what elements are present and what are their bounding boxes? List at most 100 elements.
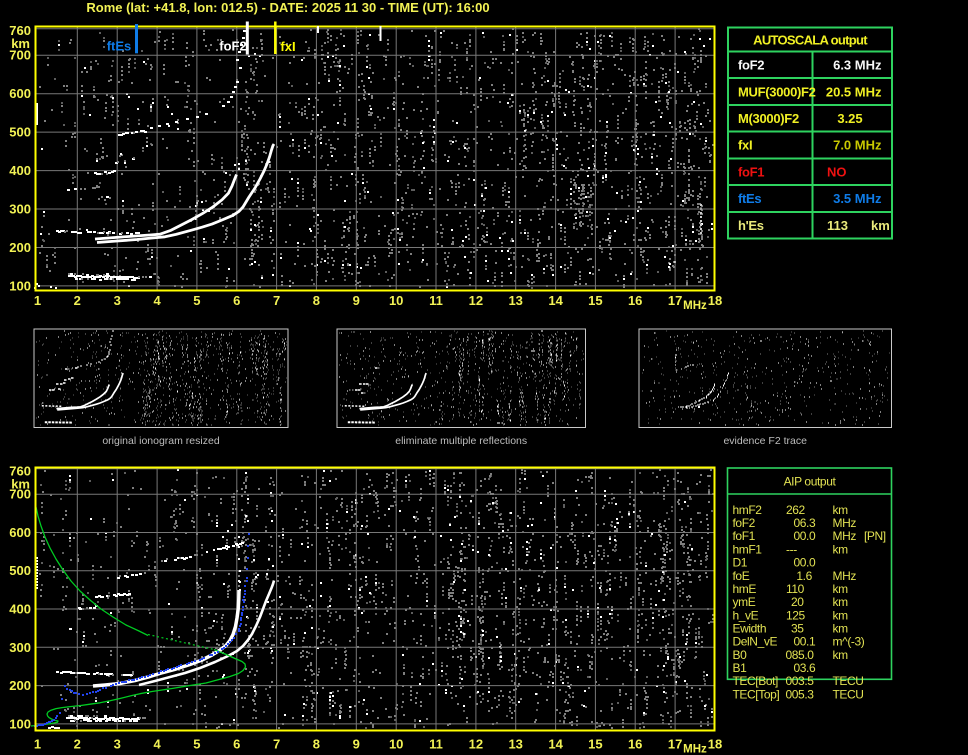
svg-text:8: 8 [313,293,320,308]
svg-text:10: 10 [389,293,403,308]
svg-text:20.5 MHz: 20.5 MHz [826,84,882,99]
svg-text:110: 110 [786,582,805,596]
svg-text:35: 35 [791,621,804,635]
svg-text:00.0: 00.0 [794,556,816,570]
svg-text:---: --- [786,542,797,556]
svg-text:TECU: TECU [833,674,864,688]
svg-text:500: 500 [9,125,31,140]
svg-text:2: 2 [74,737,81,752]
svg-text:Ewidth: Ewidth [733,621,767,635]
svg-text:M(3000)F2: M(3000)F2 [738,111,799,126]
svg-text:foF2: foF2 [733,516,756,530]
svg-text:km: km [871,218,890,233]
svg-text:00.0: 00.0 [794,529,816,543]
svg-text:200: 200 [9,678,31,693]
svg-text:14: 14 [548,293,563,308]
svg-text:hmE: hmE [733,582,757,596]
svg-text:600: 600 [9,525,31,540]
svg-text:ftEs: ftEs [738,191,761,206]
svg-text:D1: D1 [733,556,748,570]
svg-text:TECU: TECU [833,687,864,701]
svg-text:100: 100 [9,278,31,293]
svg-text:DelN_vE: DelN_vE [733,635,778,649]
svg-text:[PN]: [PN] [864,529,886,543]
svg-text:085.0: 085.0 [786,648,815,662]
svg-text:ftEs: ftEs [107,39,132,54]
svg-text:B1: B1 [733,661,748,675]
svg-text:foF2: foF2 [738,57,764,72]
svg-text:11: 11 [429,293,443,308]
svg-text:14: 14 [548,737,563,752]
svg-text:6: 6 [233,293,240,308]
svg-text:MHz: MHz [833,529,857,543]
svg-text:6: 6 [233,737,240,752]
svg-text:foF2: foF2 [219,39,246,54]
svg-text:5: 5 [193,293,200,308]
svg-text:400: 400 [9,163,31,178]
svg-text:200: 200 [9,240,31,255]
svg-text:700: 700 [9,48,31,63]
svg-text:TEC[Top]: TEC[Top] [733,687,780,701]
svg-text:9: 9 [353,737,360,752]
svg-text:5: 5 [193,737,200,752]
svg-text:TEC[Bot]: TEC[Bot] [733,674,779,688]
svg-text:17: 17 [668,737,682,752]
svg-text:foF1: foF1 [733,529,756,543]
svg-text:6.3 MHz: 6.3 MHz [833,57,882,72]
svg-text:7: 7 [273,293,280,308]
svg-text:MHz: MHz [833,569,857,583]
svg-text:16: 16 [628,737,642,752]
svg-text:003.5: 003.5 [786,674,815,688]
svg-text:km: km [833,582,849,596]
svg-text:4: 4 [153,737,161,752]
svg-text:12: 12 [469,293,483,308]
svg-text:7: 7 [273,737,280,752]
svg-text:km: km [833,503,849,517]
svg-text:300: 300 [9,202,31,217]
svg-text:15: 15 [588,293,602,308]
svg-text:7.0 MHz: 7.0 MHz [833,138,882,153]
svg-text:B0: B0 [733,648,748,662]
svg-text:AUTOSCALA output: AUTOSCALA output [753,33,868,48]
svg-text:fxI: fxI [738,138,752,153]
svg-text:17: 17 [668,293,682,308]
svg-text:ymE: ymE [733,595,756,609]
svg-text:06.3: 06.3 [794,516,816,530]
svg-text:evidence F2 trace: evidence F2 trace [723,435,807,447]
svg-text:eliminate multiple reflections: eliminate multiple reflections [395,435,527,447]
svg-text:h'Es: h'Es [738,218,764,233]
svg-text:700: 700 [9,487,31,502]
svg-text:03.6: 03.6 [794,661,816,675]
svg-text:400: 400 [9,602,31,617]
svg-text:original ionogram resized: original ionogram resized [102,435,219,447]
svg-text:2: 2 [74,293,81,308]
svg-text:km: km [833,608,849,622]
svg-text:NO: NO [827,164,847,179]
svg-text:foF1: foF1 [738,164,764,179]
svg-text:13: 13 [508,293,522,308]
svg-text:MHz: MHz [683,300,707,312]
svg-text:3: 3 [114,293,121,308]
svg-text:500: 500 [9,563,31,578]
svg-text:20: 20 [791,595,804,609]
svg-text:005.3: 005.3 [786,687,815,701]
svg-text:15: 15 [588,737,602,752]
svg-text:9: 9 [353,293,360,308]
svg-text:m^(-3): m^(-3) [833,635,865,649]
svg-text:foE: foE [733,569,750,583]
svg-text:km: km [833,648,849,662]
svg-text:MHz: MHz [683,744,707,755]
svg-text:100: 100 [9,716,31,731]
svg-text:125: 125 [786,608,806,622]
svg-text:18: 18 [708,737,722,752]
svg-text:MHz: MHz [833,516,857,530]
svg-text:1: 1 [34,737,41,752]
svg-text:12: 12 [469,737,483,752]
svg-text:262: 262 [786,503,806,517]
svg-text:18: 18 [708,293,722,308]
svg-text:600: 600 [9,86,31,101]
svg-text:h_vE: h_vE [733,608,759,622]
svg-text:3.25: 3.25 [837,111,862,126]
svg-text:11: 11 [429,737,443,752]
svg-text:3.5 MHz: 3.5 MHz [833,191,882,206]
